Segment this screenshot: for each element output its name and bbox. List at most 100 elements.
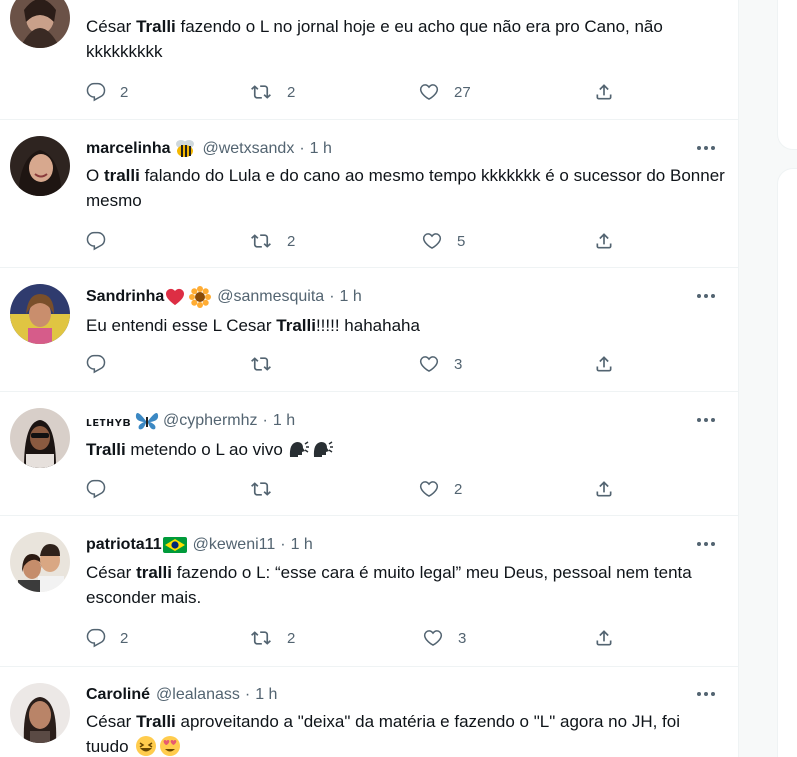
retweet-icon — [251, 631, 271, 645]
retweet-button[interactable] — [249, 477, 287, 501]
retweet-button[interactable]: 2 — [249, 80, 295, 104]
sidebar-card — [777, 168, 797, 757]
share-button[interactable] — [594, 80, 614, 104]
tweet-text-run: metendo o L ao vivo — [125, 440, 283, 459]
user-handle[interactable]: @wetxsandx — [202, 140, 294, 158]
tweet-header: Sandrinha @sanmesquita · 1 h — [86, 286, 362, 308]
like-button[interactable]: 2 — [418, 477, 462, 501]
user-handle[interactable]: @lealanass — [156, 686, 240, 704]
share-button[interactable] — [594, 352, 614, 376]
avatar[interactable] — [10, 408, 70, 468]
tweet[interactable]: Caroliné @lealanass · 1 h César Tralli a… — [0, 667, 739, 757]
tweet[interactable]: Sandrinha @sanmesquita · 1 h Eu entendi … — [0, 268, 739, 392]
tweet-text: César Tralli aproveitando a "deixa" da m… — [86, 709, 726, 757]
retweet-count: 2 — [287, 232, 296, 250]
tweet-actions: 2 5 — [86, 229, 646, 253]
separator-dot: · — [262, 412, 268, 429]
highlighted-keyword: Tralli — [276, 316, 316, 335]
reply-icon — [86, 354, 106, 374]
share-button[interactable] — [594, 626, 614, 650]
tweet-text-run: César — [86, 563, 137, 582]
retweet-count: 2 — [287, 629, 296, 647]
retweet-icon — [251, 85, 271, 99]
like-count: 2 — [454, 480, 463, 498]
more-options-button[interactable] — [695, 410, 717, 430]
avatar[interactable] — [10, 683, 70, 743]
more-options-button[interactable] — [695, 138, 717, 158]
separator-dot: · — [280, 536, 286, 553]
timestamp[interactable]: 1 h — [340, 288, 362, 306]
tweet[interactable]: César Tralli fazendo o L no jornal hoje … — [0, 0, 739, 120]
retweet-icon — [251, 482, 271, 496]
tweet-text-run: fazendo o L: “esse cara é muito legal” m… — [86, 563, 692, 607]
tweet[interactable]: patriota11 @keweni11 · 1 h César tralli … — [0, 516, 739, 667]
user-handle[interactable]: @cyphermhz — [163, 412, 258, 430]
display-name[interactable]: marcelinha — [86, 140, 170, 158]
share-button[interactable] — [594, 229, 614, 253]
avatar[interactable] — [10, 284, 70, 344]
display-name[interactable]: Caroliné — [86, 686, 150, 704]
like-button[interactable]: 5 — [421, 229, 465, 253]
display-name[interactable]: patriota11 — [86, 536, 162, 554]
tweet[interactable]: marcelinha @wetxsandx · 1 h O tralli fal… — [0, 120, 739, 268]
display-name[interactable]: Sandrinha — [86, 288, 164, 306]
reply-button[interactable]: 2 — [86, 626, 128, 650]
more-options-button[interactable] — [695, 286, 717, 306]
user-handle[interactable]: @keweni11 — [193, 536, 276, 554]
right-sidebar — [739, 0, 797, 757]
highlighted-keyword: tralli — [103, 166, 140, 185]
reply-icon — [86, 479, 106, 499]
reply-count: 2 — [120, 83, 129, 101]
heart-emoji — [165, 288, 185, 306]
tweet[interactable]: ʟᴇᴛʜʏʙ @cyphermhz · 1 h Tralli metendo o… — [0, 392, 739, 516]
laughing-heart-eyes-emoji — [129, 736, 181, 756]
retweet-button[interactable]: 2 — [249, 229, 295, 253]
timestamp[interactable]: 1 h — [310, 140, 332, 158]
tweet-text: O tralli falando do Lula e do cano ao me… — [86, 163, 726, 213]
like-icon — [422, 233, 442, 249]
more-options-button[interactable] — [695, 534, 717, 554]
like-button[interactable]: 3 — [418, 352, 462, 376]
like-count: 27 — [454, 83, 471, 101]
tweet-text-run: César — [86, 712, 137, 731]
user-handle[interactable]: @sanmesquita — [217, 288, 324, 306]
like-icon — [419, 481, 439, 497]
share-icon — [596, 233, 612, 249]
tweet-text: Tralli metendo o L ao vivo — [86, 437, 726, 462]
tweet-actions: 2 2 3 — [86, 626, 646, 650]
avatar[interactable] — [10, 136, 70, 196]
retweet-button[interactable] — [249, 352, 287, 376]
display-name[interactable]: ʟᴇᴛʜʏʙ — [86, 414, 131, 429]
timeline-feed: César Tralli fazendo o L no jornal hoje … — [0, 0, 739, 757]
share-button[interactable] — [594, 477, 614, 501]
reply-button[interactable] — [86, 229, 120, 253]
retweet-count: 2 — [287, 83, 296, 101]
timestamp[interactable]: 1 h — [255, 686, 277, 704]
more-icon — [697, 418, 715, 422]
highlighted-keyword: Tralli — [136, 17, 176, 36]
reply-button[interactable] — [86, 477, 120, 501]
more-icon — [697, 542, 715, 546]
timestamp[interactable]: 1 h — [273, 412, 295, 430]
like-button[interactable]: 3 — [422, 626, 466, 650]
tweet-header: ʟᴇᴛʜʏʙ @cyphermhz · 1 h — [86, 410, 295, 432]
highlighted-keyword: tralli — [136, 563, 172, 582]
more-options-button[interactable] — [695, 684, 717, 704]
retweet-icon — [251, 234, 271, 248]
retweet-button[interactable]: 2 — [249, 626, 295, 650]
share-icon — [596, 356, 612, 372]
reply-button[interactable]: 2 — [86, 80, 128, 104]
more-icon — [697, 146, 715, 150]
reply-button[interactable] — [86, 352, 120, 376]
avatar[interactable] — [10, 532, 70, 592]
like-button[interactable]: 27 — [418, 80, 471, 104]
tweet-text-run: O — [86, 166, 104, 185]
reply-icon — [86, 82, 106, 102]
tweet-text-run: falando do Lula e do cano ao mesmo tempo… — [86, 166, 725, 210]
more-icon — [697, 294, 715, 298]
like-icon — [419, 84, 439, 100]
highlighted-keyword: Tralli — [136, 712, 176, 731]
timestamp[interactable]: 1 h — [291, 536, 313, 554]
tweet-actions: 2 — [86, 477, 646, 501]
avatar[interactable] — [10, 0, 70, 48]
